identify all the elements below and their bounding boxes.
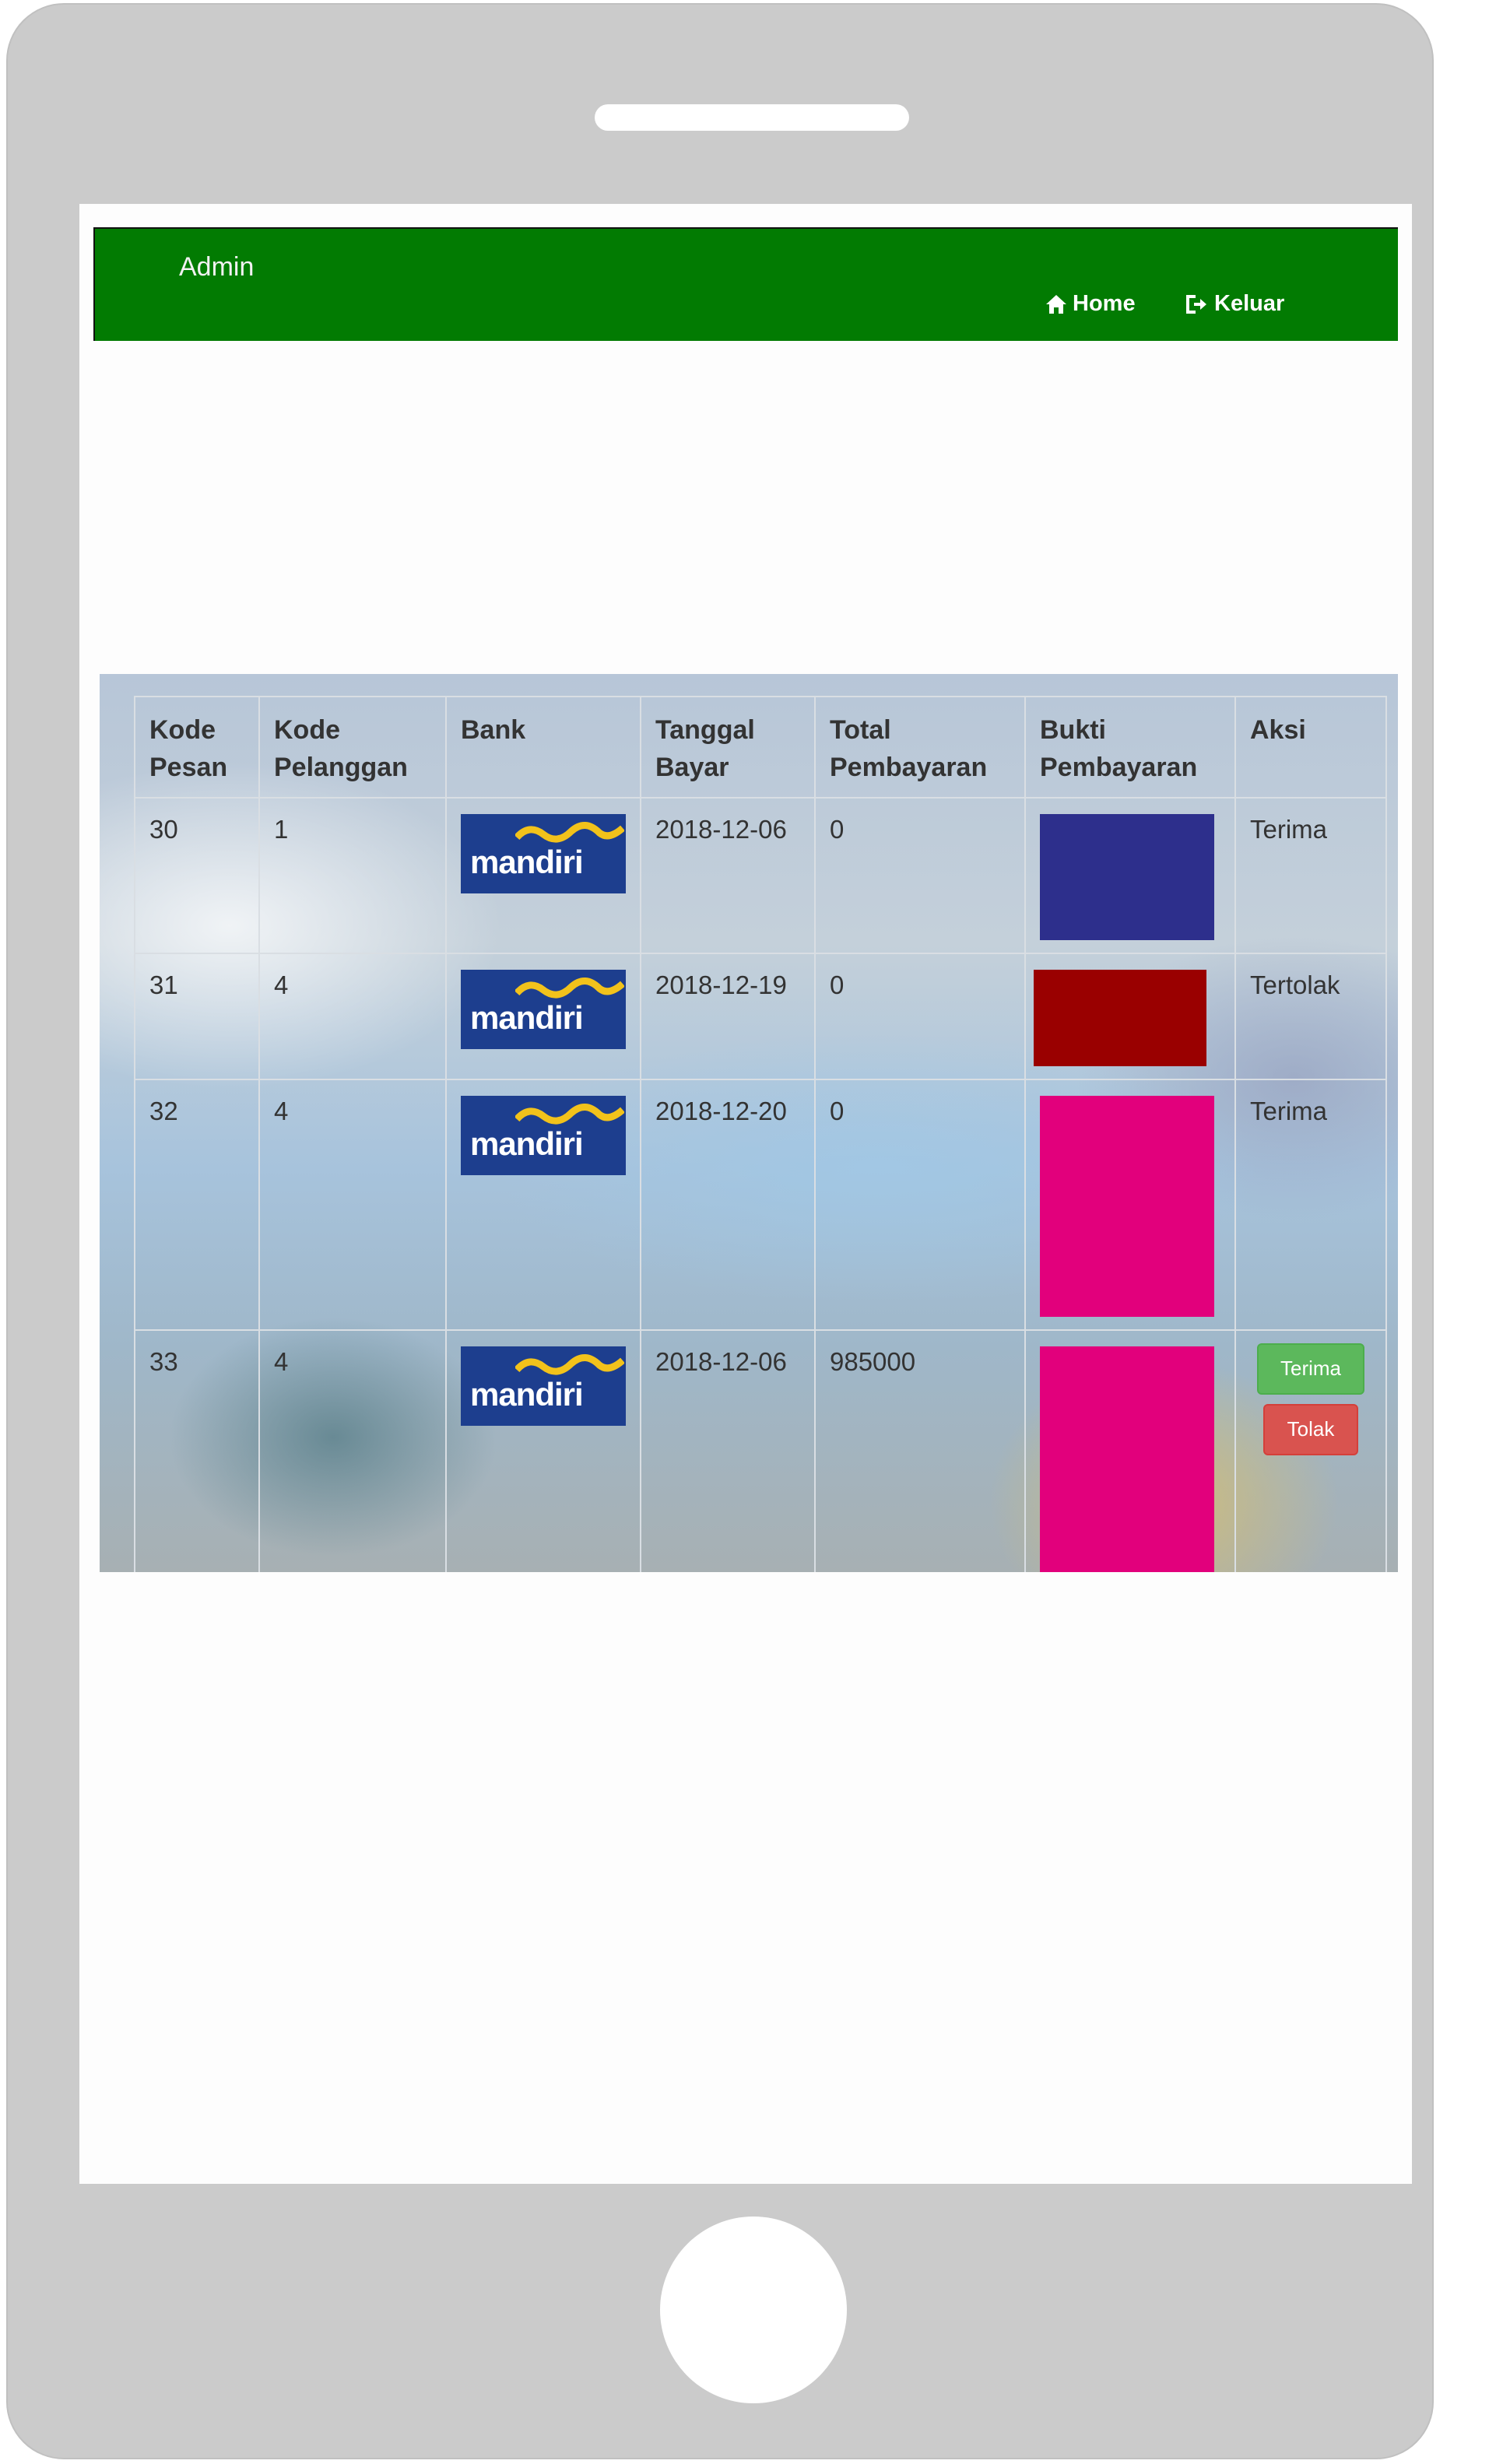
header-bank: Bank bbox=[445, 696, 641, 799]
cell-bukti bbox=[1024, 1079, 1236, 1331]
cell-kode-pelanggan: 1 bbox=[258, 797, 447, 954]
cell-kode-pesan: 32 bbox=[134, 1079, 260, 1331]
proof-image[interactable] bbox=[1040, 814, 1214, 940]
cell-total: 0 bbox=[814, 1079, 1026, 1331]
cell-kode-pesan: 31 bbox=[134, 953, 260, 1080]
table-row: 31 4 mandiri 2018-12-19 0 Tertolak bbox=[134, 953, 1387, 1080]
mandiri-logo: mandiri bbox=[461, 1096, 626, 1175]
table-row: 33 4 mandiri 2018-12-06 985000 Terima To… bbox=[134, 1329, 1387, 1572]
status-text: Terima bbox=[1250, 815, 1328, 844]
cell-aksi: Terima bbox=[1234, 797, 1387, 954]
cell-tanggal: 2018-12-19 bbox=[640, 953, 816, 1080]
mandiri-logo: mandiri bbox=[461, 1346, 626, 1426]
nav-logout-label: Keluar bbox=[1214, 291, 1285, 316]
cell-aksi: Tertolak bbox=[1234, 953, 1387, 1080]
navbar-brand[interactable]: Admin bbox=[179, 252, 254, 283]
navbar: Admin Home Keluar bbox=[93, 227, 1398, 341]
phone-home-button[interactable] bbox=[660, 2217, 847, 2403]
cell-kode-pelanggan: 4 bbox=[258, 1079, 447, 1331]
mandiri-logo: mandiri bbox=[461, 814, 626, 893]
proof-image[interactable] bbox=[1034, 970, 1206, 1066]
phone-frame: Admin Home Keluar Kode Pesan Kode Pelang… bbox=[6, 3, 1434, 2459]
table-header-row: Kode Pesan Kode Pelanggan Bank Tanggal B… bbox=[134, 696, 1387, 799]
status-text: Terima bbox=[1250, 1097, 1328, 1125]
payments-panel: Kode Pesan Kode Pelanggan Bank Tanggal B… bbox=[100, 674, 1398, 1572]
sign-out-icon bbox=[1186, 294, 1206, 314]
cell-kode-pesan: 30 bbox=[134, 797, 260, 954]
mandiri-wave-icon bbox=[515, 822, 624, 843]
cell-bank: mandiri bbox=[445, 1079, 641, 1331]
cell-bank: mandiri bbox=[445, 953, 641, 1080]
mandiri-wave-icon bbox=[515, 1354, 624, 1375]
cell-bukti bbox=[1024, 953, 1236, 1080]
cell-bukti bbox=[1024, 1329, 1236, 1572]
cell-bank: mandiri bbox=[445, 797, 641, 954]
cell-kode-pelanggan: 4 bbox=[258, 1329, 447, 1572]
phone-speaker bbox=[595, 104, 909, 131]
status-text: Tertolak bbox=[1250, 971, 1340, 999]
nav-logout-link[interactable]: Keluar bbox=[1185, 291, 1284, 317]
accept-button[interactable]: Terima bbox=[1257, 1343, 1364, 1395]
nav-home-label: Home bbox=[1073, 291, 1136, 316]
mandiri-wave-icon bbox=[515, 1104, 624, 1125]
cell-kode-pesan: 33 bbox=[134, 1329, 260, 1572]
cell-total: 0 bbox=[814, 797, 1026, 954]
cell-bukti bbox=[1024, 797, 1236, 954]
reject-button[interactable]: Tolak bbox=[1263, 1404, 1358, 1455]
table-row: 32 4 mandiri 2018-12-20 0 Terima bbox=[134, 1079, 1387, 1331]
mandiri-wave-icon bbox=[515, 978, 624, 999]
header-kode-pesan: Kode Pesan bbox=[134, 696, 260, 799]
cell-tanggal: 2018-12-06 bbox=[640, 1329, 816, 1572]
header-bukti-pembayaran: Bukti Pembayaran bbox=[1024, 696, 1236, 799]
cell-total: 985000 bbox=[814, 1329, 1026, 1572]
nav-home-link[interactable]: Home bbox=[1045, 291, 1136, 317]
phone-screen: Admin Home Keluar Kode Pesan Kode Pelang… bbox=[79, 204, 1412, 2184]
cell-kode-pelanggan: 4 bbox=[258, 953, 447, 1080]
cell-aksi: Terima bbox=[1234, 1079, 1387, 1331]
cell-tanggal: 2018-12-06 bbox=[640, 797, 816, 954]
header-aksi: Aksi bbox=[1234, 696, 1387, 799]
cell-bank: mandiri bbox=[445, 1329, 641, 1572]
home-icon bbox=[1046, 294, 1066, 314]
header-total-pembayaran: Total Pembayaran bbox=[814, 696, 1026, 799]
header-tanggal-bayar: Tanggal Bayar bbox=[640, 696, 816, 799]
mandiri-logo: mandiri bbox=[461, 970, 626, 1049]
proof-image[interactable] bbox=[1040, 1096, 1214, 1317]
proof-image[interactable] bbox=[1040, 1346, 1214, 1572]
cell-tanggal: 2018-12-20 bbox=[640, 1079, 816, 1331]
table-row: 30 1 mandiri 2018-12-06 0 Terima bbox=[134, 797, 1387, 954]
payments-table: Kode Pesan Kode Pelanggan Bank Tanggal B… bbox=[134, 696, 1387, 1572]
cell-aksi: Terima Tolak bbox=[1234, 1329, 1387, 1572]
cell-total: 0 bbox=[814, 953, 1026, 1080]
header-kode-pelanggan: Kode Pelanggan bbox=[258, 696, 447, 799]
